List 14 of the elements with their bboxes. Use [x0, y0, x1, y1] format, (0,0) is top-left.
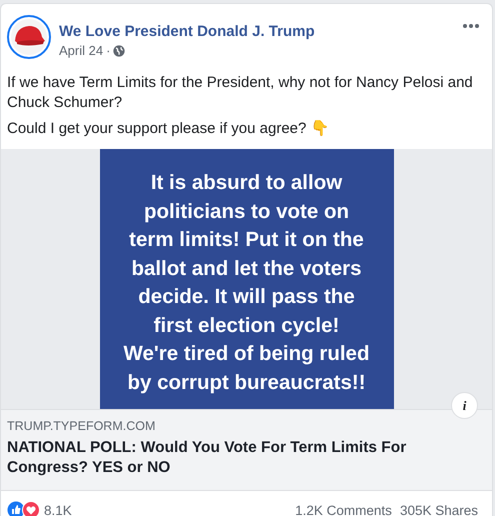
image-text: It is absurd to allow politicians to vote on term limits! Put it on the ballot and let the voters decide. It will pass the first election cycle! We're tired of being ruled by corrupt bureaucrats!! [124, 170, 370, 396]
link-domain[interactable]: TRUMP.TYPEFORM.COM [7, 419, 482, 433]
separator-dot: · [106, 43, 110, 58]
more-options-icon[interactable] [462, 23, 480, 29]
globe-icon [113, 44, 126, 56]
reaction-count[interactable]: 8.1K [44, 502, 296, 516]
comments-count[interactable]: 1.2K Comments [295, 502, 392, 516]
post-text: Could I get your support please if you agree? 👇 [7, 119, 331, 139]
info-button[interactable]: i [451, 392, 478, 419]
shares-count[interactable]: 305K Shares [400, 502, 478, 516]
post-text: If we have Term Limits for the President, why not for Nancy Pelosi and Chuck Schumer? [7, 73, 474, 113]
post-date[interactable]: April 24 [59, 43, 104, 58]
page-name-link[interactable]: We Love President Donald J. Trump [59, 23, 454, 40]
link-title[interactable]: NATIONAL POLL: Would You Vote For Term Limits For Congress? YES or NO [7, 438, 482, 478]
